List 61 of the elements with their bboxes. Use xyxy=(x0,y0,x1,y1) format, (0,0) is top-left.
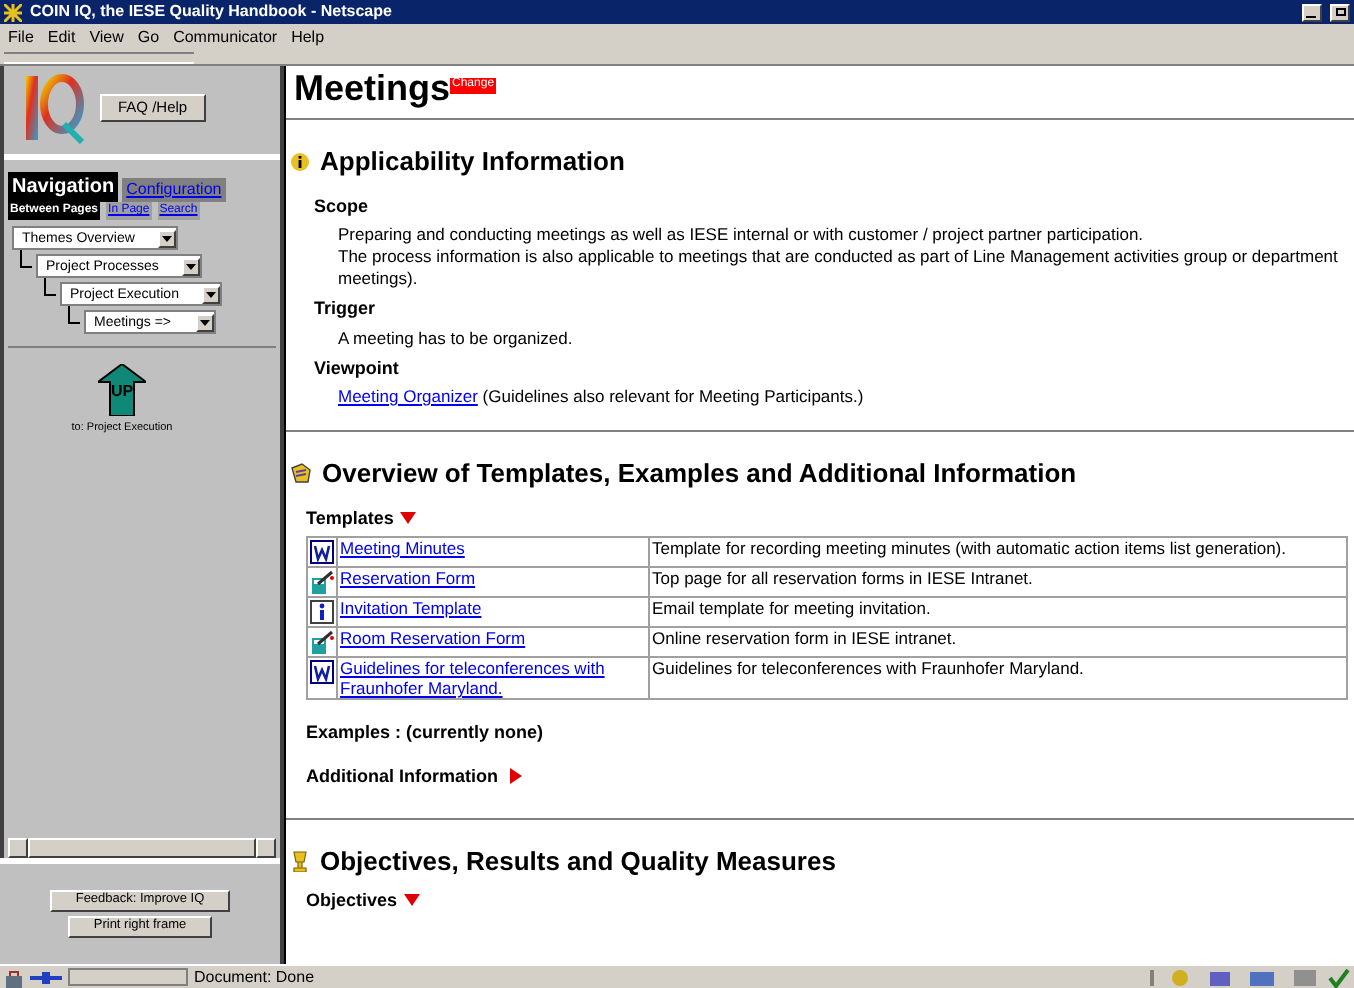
objectives-label: Objectives xyxy=(306,887,398,914)
description-text: (Guidelines also relevant for Meeting Participants.) xyxy=(480,386,864,406)
template-link[interactable]: Invitation Template xyxy=(340,598,482,618)
info-document-icon xyxy=(310,600,334,624)
menu-item[interactable]: View xyxy=(89,26,124,50)
component-bar-drawing[interactable] xyxy=(1150,967,1350,987)
section-heading: Applicability Information xyxy=(320,144,625,180)
dropdown-arrow-icon xyxy=(158,229,177,247)
description-text: The process information is also applicable to meetings that are conducted as part of Line Management activities group or department meetings). xyxy=(338,246,1340,290)
template-link[interactable]: Guidelines for teleconferences with Fraunhofer Maryland. xyxy=(340,658,646,698)
iq-logo xyxy=(20,72,84,144)
horizontal-scrollbar[interactable] xyxy=(8,838,276,858)
progress-field xyxy=(68,968,188,986)
description-text: A meeting has to be organized. xyxy=(338,327,575,349)
table-cell: Email template for meeting invitation. xyxy=(649,597,1347,627)
menu-item[interactable]: Help xyxy=(291,26,325,50)
status-text: Document: Done xyxy=(194,965,315,988)
table-cell: Top page for all reservation forms in IESE Intranet. xyxy=(649,567,1347,597)
menu-item[interactable]: Go xyxy=(137,26,160,50)
menu-item[interactable]: Communicator xyxy=(173,26,278,50)
expand-triangle-icon[interactable] xyxy=(399,512,416,525)
templates-label: Templates xyxy=(306,505,394,532)
section-heading: Objectives, Results and Quality Measures xyxy=(320,844,836,880)
word-document-icon xyxy=(310,660,334,684)
connection-icon[interactable] xyxy=(30,969,62,985)
menu-item[interactable]: File xyxy=(8,26,34,50)
form-pen-icon xyxy=(310,570,334,594)
examples-label: Examples : (currently none) xyxy=(306,720,546,746)
field-label: Trigger xyxy=(314,296,378,322)
dropdown-arrow-icon xyxy=(202,285,221,303)
window-title: COIN IQ, the IESE Quality Handbook - Netscape xyxy=(30,4,392,20)
navigation-tab[interactable]: Navigation xyxy=(8,172,119,202)
app-icon xyxy=(4,3,22,21)
word-document-icon xyxy=(310,540,334,564)
dropdown-arrow-icon xyxy=(182,257,201,275)
field-label: Scope xyxy=(314,193,371,220)
meeting-organizer-link[interactable]: Meeting Organizer xyxy=(338,386,478,406)
security-lock-icon[interactable] xyxy=(4,967,24,987)
template-link[interactable]: Meeting Minutes xyxy=(340,538,465,558)
page-title: Meetings xyxy=(294,70,451,106)
field-label: Viewpoint xyxy=(314,355,401,382)
maximize-button[interactable] xyxy=(1330,3,1350,21)
dropdown-arrow-icon xyxy=(195,313,214,331)
template-link[interactable]: Room Reservation Form xyxy=(340,628,526,648)
table-cell: Template for recording meeting minutes (with automatic action items list generation). xyxy=(649,537,1347,567)
table-cell: Guidelines for teleconferences with Fraunhofer Maryland. xyxy=(649,657,1347,699)
info-icon xyxy=(290,151,310,172)
template-link[interactable]: Reservation Form xyxy=(340,568,476,588)
form-pen-icon xyxy=(310,630,334,654)
description-text: Preparing and conducting meetings as well as IESE internal or with customer / project partner participation. xyxy=(338,224,1146,246)
collapsed-triangle-icon[interactable] xyxy=(510,768,522,785)
minimize-button[interactable] xyxy=(1302,3,1322,21)
trophy-icon xyxy=(290,850,310,873)
expand-triangle-icon[interactable] xyxy=(403,894,420,907)
toolbar-grippers[interactable] xyxy=(4,52,194,64)
box-of-papers-icon xyxy=(290,462,312,485)
up-button[interactable]: UP xyxy=(98,364,146,416)
section-heading: Overview of Templates, Examples and Additional Information xyxy=(322,456,1077,492)
table-cell: Online reservation form in IESE intranet. xyxy=(649,627,1347,657)
menu-item[interactable]: Edit xyxy=(47,26,76,50)
additional-info-label: Additional Information xyxy=(306,763,498,789)
